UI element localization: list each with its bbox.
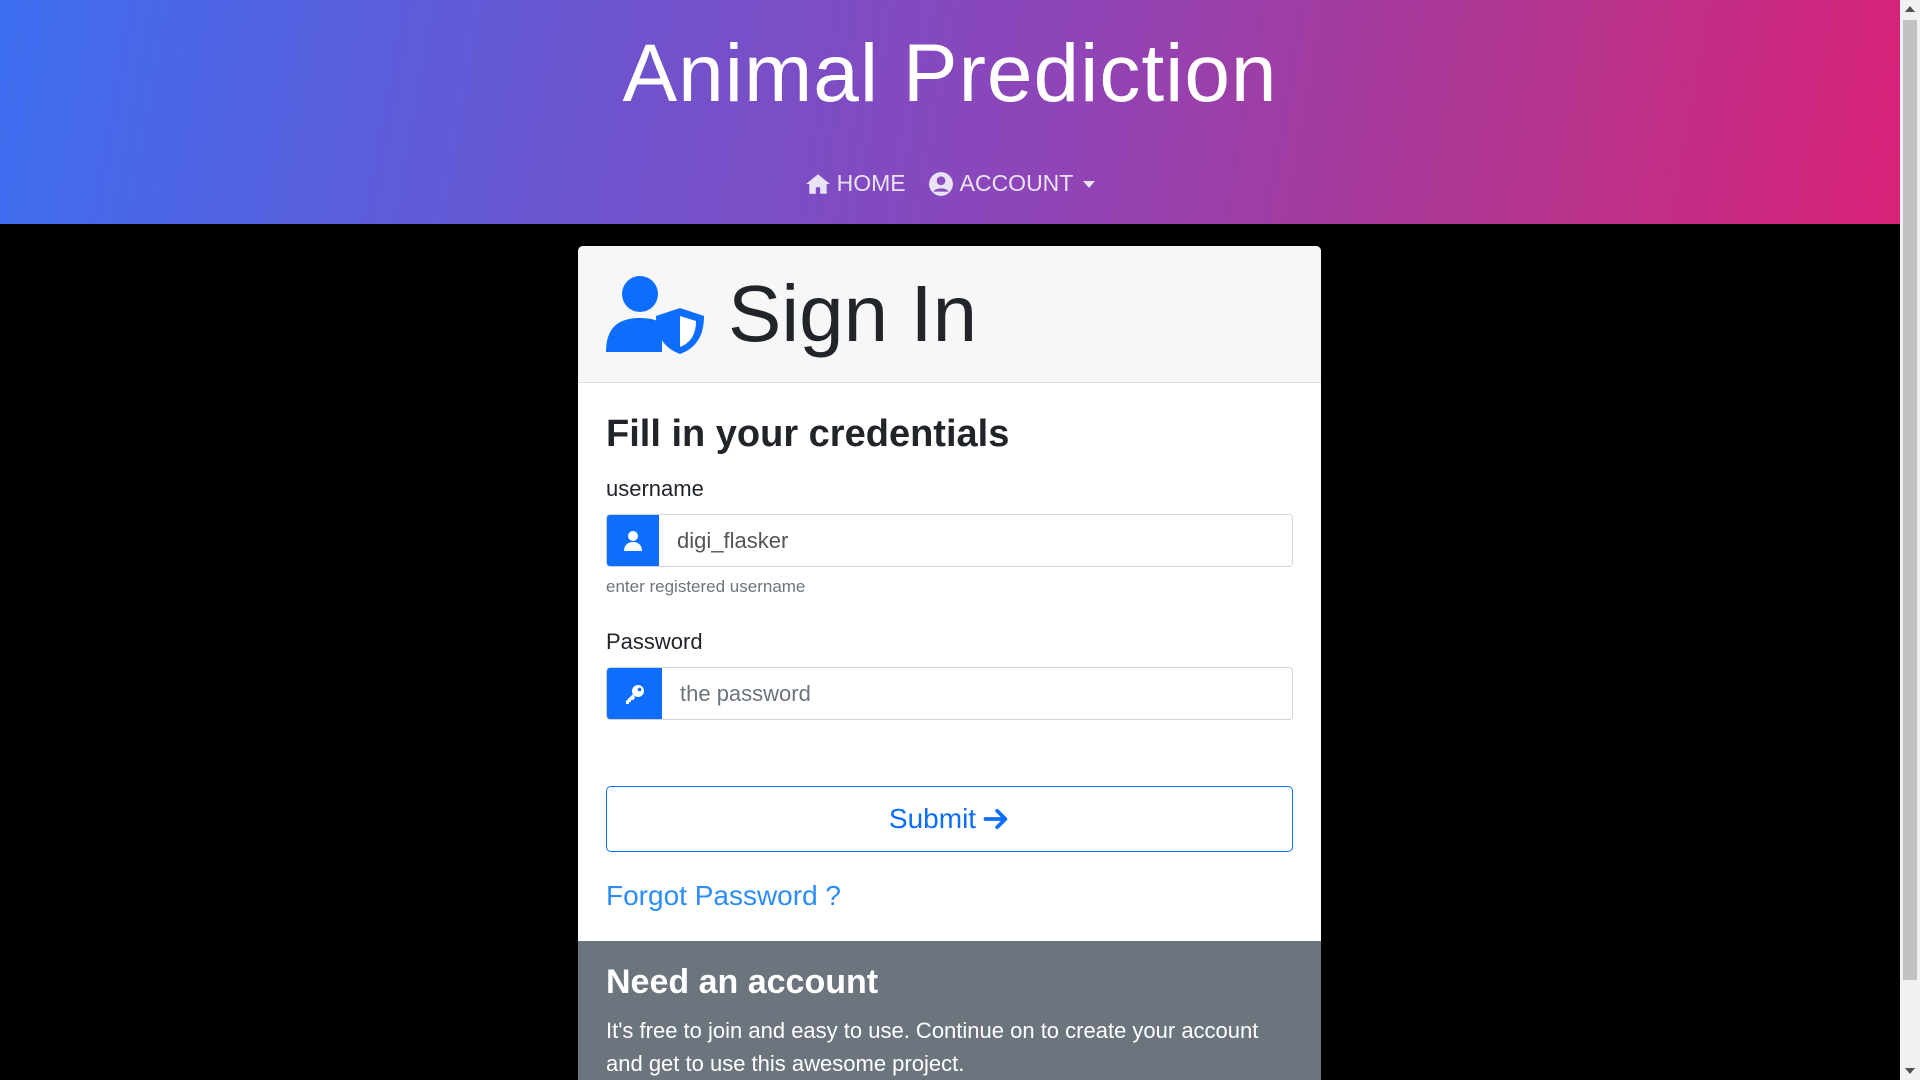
scrollbar-thumb[interactable]: [1903, 20, 1917, 980]
home-icon: [805, 173, 830, 194]
nav-account-dropdown[interactable]: ACCOUNT: [928, 170, 1096, 197]
sign-in-card: Sign In Fill in your credentials usernam…: [578, 246, 1321, 1080]
card-footer: Need an account It's free to join and ea…: [578, 941, 1321, 1080]
footer-heading: Need an account: [606, 963, 879, 1001]
scroll-up-button[interactable]: [1900, 0, 1920, 18]
card-header: Sign In: [578, 246, 1321, 383]
card-body: Fill in your credentials username enter …: [578, 383, 1321, 912]
user-icon: [607, 515, 659, 566]
submit-button[interactable]: Submit: [606, 786, 1293, 852]
username-help-text: enter registered username: [606, 577, 806, 596]
nav-home-link[interactable]: HOME: [805, 170, 906, 197]
key-icon: [607, 668, 662, 719]
footer-text: It's free to join and easy to use. Conti…: [606, 1018, 1259, 1076]
main-nav: HOME ACCOUNT: [0, 170, 1900, 197]
arrow-down-icon: [1905, 1068, 1915, 1074]
forgot-password-link[interactable]: Forgot Password ?: [606, 880, 841, 912]
username-input-group: [606, 514, 1293, 567]
submit-label: Submit: [888, 803, 977, 834]
chevron-down-icon: [1083, 181, 1096, 188]
password-input[interactable]: [662, 668, 1292, 719]
arrow-right-icon: [983, 808, 1008, 830]
page-header: Animal Prediction HOME ACCOUNT: [0, 0, 1900, 224]
user-circle-icon: [928, 171, 953, 196]
username-label: username: [606, 476, 704, 501]
nav-home-label: HOME: [836, 170, 906, 196]
vertical-scrollbar[interactable]: [1900, 0, 1920, 1080]
arrow-up-icon: [1905, 6, 1915, 12]
password-input-group: [606, 667, 1293, 720]
site-title: Animal Prediction: [622, 28, 1278, 119]
username-input[interactable]: [659, 515, 1292, 566]
card-title: Sign In: [728, 269, 978, 358]
form-heading: Fill in your credentials: [606, 413, 1010, 455]
scroll-down-button[interactable]: [1900, 1062, 1920, 1080]
nav-account-label: ACCOUNT: [959, 170, 1074, 196]
password-label: Password: [606, 629, 703, 654]
user-shield-icon: [606, 276, 704, 354]
